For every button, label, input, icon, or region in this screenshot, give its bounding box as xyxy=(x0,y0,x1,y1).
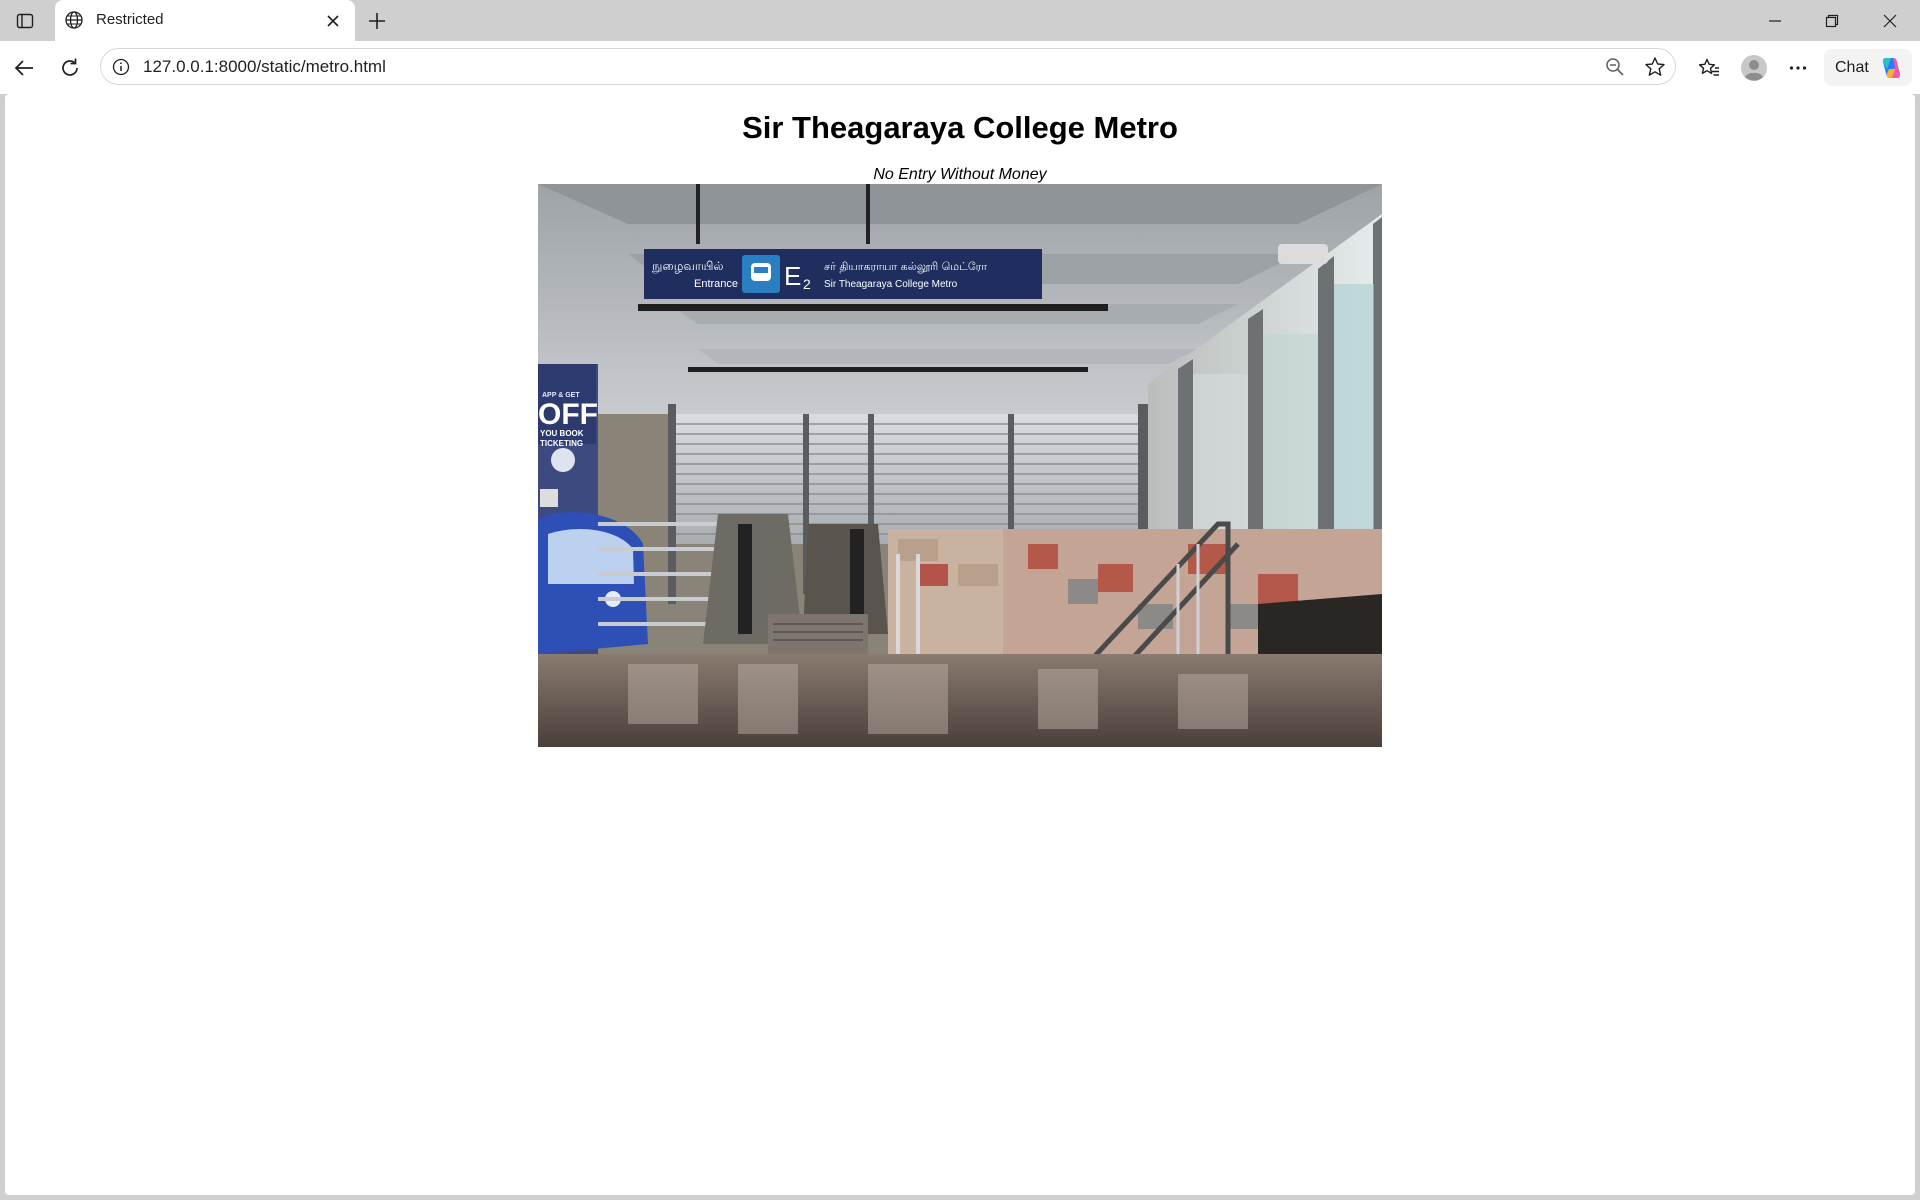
chat-label: Chat xyxy=(1835,58,1869,76)
more-options-button[interactable] xyxy=(1782,52,1814,84)
tab-actions-icon xyxy=(16,13,34,29)
page-caption: No Entry Without Money xyxy=(873,166,1047,183)
close-window-icon xyxy=(1883,14,1897,27)
profile-avatar-icon xyxy=(1741,55,1767,81)
zoom-button[interactable] xyxy=(1604,56,1626,78)
favorites-button[interactable] xyxy=(1693,52,1725,84)
plus-icon xyxy=(369,13,385,29)
new-tab-button[interactable] xyxy=(363,8,391,34)
browser-toolbar: 127.0.0.1:8000/static/metro.html Chat xyxy=(0,41,1920,94)
info-icon xyxy=(112,58,130,76)
address-bar[interactable]: 127.0.0.1:8000/static/metro.html xyxy=(100,48,1676,85)
copilot-icon xyxy=(1882,57,1900,78)
globe-icon xyxy=(65,11,83,29)
url-text[interactable]: 127.0.0.1:8000/static/metro.html xyxy=(143,49,386,84)
back-button[interactable] xyxy=(8,52,40,84)
close-icon xyxy=(327,15,339,27)
site-info-button[interactable] xyxy=(111,57,131,77)
reload-button[interactable] xyxy=(54,52,86,84)
restore-button[interactable] xyxy=(1804,0,1860,41)
chat-button[interactable]: Chat xyxy=(1824,49,1912,86)
more-icon xyxy=(1789,66,1807,70)
poster-line-4: TICKETING xyxy=(540,439,583,448)
active-tab[interactable]: Restricted xyxy=(55,0,355,41)
minimize-icon xyxy=(1769,19,1781,22)
restore-icon xyxy=(1825,14,1839,27)
poster-line-2: OFF xyxy=(538,398,598,431)
tab-close-button[interactable] xyxy=(323,11,343,31)
page-title: Sir Theagaraya College Metro xyxy=(742,110,1178,145)
sign-tamil-entrance: நுழைவாயில் xyxy=(652,259,723,274)
sign-entrance: Entrance xyxy=(694,278,738,290)
reload-icon xyxy=(62,58,78,76)
profile-button[interactable] xyxy=(1738,52,1770,84)
poster-line-3: YOU BOOK xyxy=(540,429,584,438)
sign-tamil-station: சர் தியாகராயா கல்லூரி மெட்ரோ xyxy=(824,260,987,273)
metro-entrance-photo: APP & GET OFF YOU BOOK TICKETING நுழைவாய… xyxy=(538,184,1382,747)
page-viewport: Sir Theagaraya College Metro No Entry Wi… xyxy=(5,94,1915,1195)
back-arrow-icon xyxy=(14,60,33,76)
sign-station: Sir Theagaraya College Metro xyxy=(824,279,958,290)
add-favorite-button[interactable] xyxy=(1644,56,1666,78)
close-window-button[interactable] xyxy=(1862,0,1918,41)
favorites-icon xyxy=(1698,58,1719,76)
minimize-button[interactable] xyxy=(1747,0,1803,41)
tab-title: Restricted xyxy=(96,11,164,28)
tab-actions-button[interactable] xyxy=(9,8,41,34)
star-icon xyxy=(1645,57,1665,76)
sign-gate-number: 2 xyxy=(803,276,811,292)
tab-strip: Restricted xyxy=(0,0,1920,41)
sign-gate-letter: E xyxy=(784,261,801,291)
zoom-out-icon xyxy=(1606,58,1624,76)
